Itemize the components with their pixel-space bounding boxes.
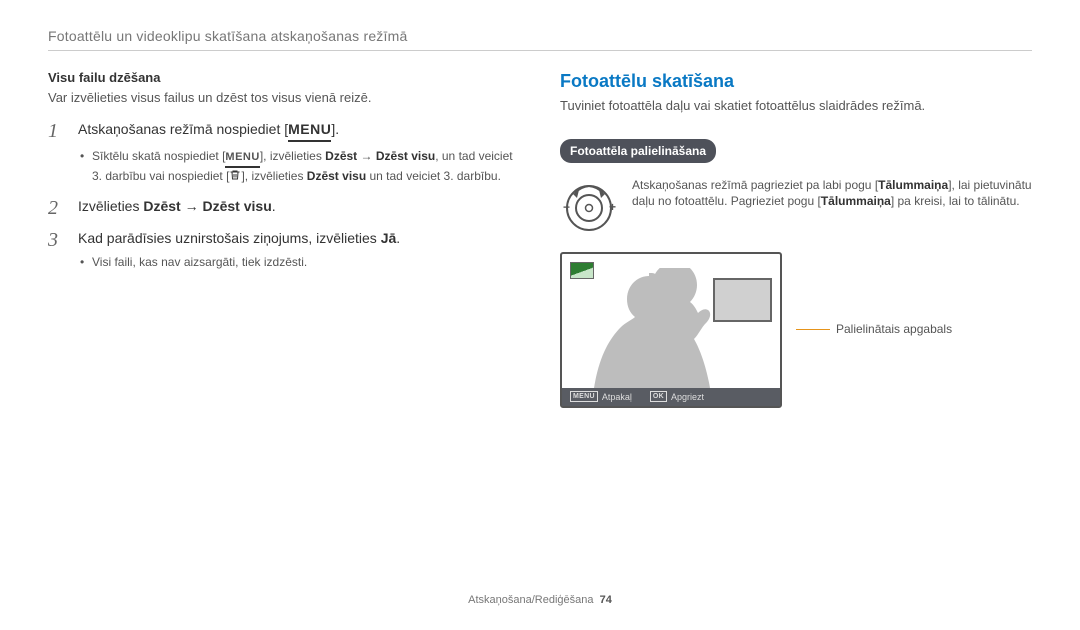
left-heading: Visu failu dzēšana: [48, 69, 520, 87]
left-intro: Var izvēlieties visus failus un dzēst to…: [48, 89, 520, 107]
t: Dzēst visu: [203, 198, 272, 214]
t: Dzēst: [325, 149, 357, 163]
step1-pre: Atskaņošanas režīmā nospiediet [: [78, 121, 288, 137]
t: Dzēst visu: [307, 169, 366, 183]
lcd-bottom-bar: MENU Atpakaļ OK Apgriezt: [562, 388, 780, 406]
step-1: 1 Atskaņošanas režīmā nospiediet [MENU].…: [48, 120, 520, 187]
t: .: [272, 198, 276, 214]
lcd-preview: MENU Atpakaļ OK Apgriezt: [560, 252, 782, 408]
left-column: Visu failu dzēšana Var izvēlieties visus…: [48, 69, 520, 408]
t: Izvēlieties: [78, 198, 143, 214]
footer-section: Atskaņošana/Rediģēšana: [468, 594, 593, 606]
step3-main: Kad parādīsies uznirstošais ziņojums, iz…: [78, 230, 400, 246]
zoom-dial-icon: − +: [560, 181, 618, 240]
t: Tālummaiņa: [878, 178, 948, 192]
t: ], izvēlieties: [260, 149, 325, 163]
step-number: 1: [48, 120, 66, 187]
callout: Palielinātais apgabals: [796, 321, 952, 337]
enlarged-area-box: [713, 278, 772, 322]
step1-post: ].: [331, 121, 339, 137]
callout-label: Palielinātais apgabals: [836, 321, 952, 337]
menu-icon: MENU: [288, 120, 331, 142]
page-breadcrumb: Fotoattēlu un videoklipu skatīšana atska…: [48, 28, 1032, 44]
t: un tad veiciet 3. darbību.: [366, 169, 501, 183]
t: Dzēst visu: [376, 149, 435, 163]
step-list: 1 Atskaņošanas režīmā nospiediet [MENU].…: [48, 120, 520, 272]
t: ], izvēlieties: [241, 169, 306, 183]
silhouette-icon: [584, 268, 714, 388]
menu-icon: MENU: [225, 150, 259, 168]
step2-main: Izvēlieties Dzēst → Dzēst visu.: [78, 198, 276, 214]
svg-text:+: +: [609, 200, 616, 214]
lcd-crop-label: Apgriezt: [671, 391, 704, 403]
t: →: [357, 149, 376, 163]
trash-icon: [229, 169, 241, 185]
t: Sīktēlu skatā nospiediet [: [92, 149, 225, 163]
t: ] pa kreisi, lai to tālinātu.: [891, 194, 1020, 208]
header-divider: [48, 50, 1032, 51]
right-intro: Tuviniet fotoattēla daļu vai skatiet fot…: [560, 97, 1032, 115]
step3-bullet: Visi faili, kas nav aizsargāti, tiek izd…: [78, 254, 520, 270]
ok-label-icon: OK: [650, 391, 667, 402]
step-number: 3: [48, 229, 66, 272]
t: Tālummaiņa: [821, 194, 891, 208]
step-3: 3 Kad parādīsies uznirstošais ziņojums, …: [48, 229, 520, 272]
lcd-back-label: Atpakaļ: [602, 391, 632, 403]
zoom-instruction: Atskaņošanas režīmā pagrieziet pa labi p…: [632, 177, 1032, 209]
t: Atskaņošanas režīmā pagrieziet pa labi p…: [632, 178, 878, 192]
page-footer: Atskaņošana/Rediģēšana 74: [0, 594, 1080, 606]
lcd-crop-button[interactable]: OK Apgriezt: [650, 391, 704, 403]
t: Jā: [381, 230, 397, 246]
t: Dzēst: [143, 198, 180, 214]
t: →: [181, 198, 203, 214]
step1-main: Atskaņošanas režīmā nospiediet [MENU].: [78, 121, 339, 137]
svg-text:−: −: [563, 200, 570, 214]
callout-line: [796, 329, 830, 330]
page-number: 74: [600, 594, 612, 606]
step1-bullet: Sīktēlu skatā nospiediet [MENU], izvēlie…: [78, 148, 520, 185]
menu-label-icon: MENU: [570, 391, 598, 402]
right-heading: Fotoattēlu skatīšana: [560, 69, 1032, 93]
step-number: 2: [48, 197, 66, 219]
step-2: 2 Izvēlieties Dzēst → Dzēst visu.: [48, 197, 520, 219]
t: .: [396, 230, 400, 246]
right-column: Fotoattēlu skatīšana Tuviniet fotoattēla…: [560, 69, 1032, 408]
lcd-back-button[interactable]: MENU Atpakaļ: [570, 391, 632, 403]
t: Kad parādīsies uznirstošais ziņojums, iz…: [78, 230, 381, 246]
pill-heading: Fotoattēla palielināšana: [560, 139, 716, 163]
